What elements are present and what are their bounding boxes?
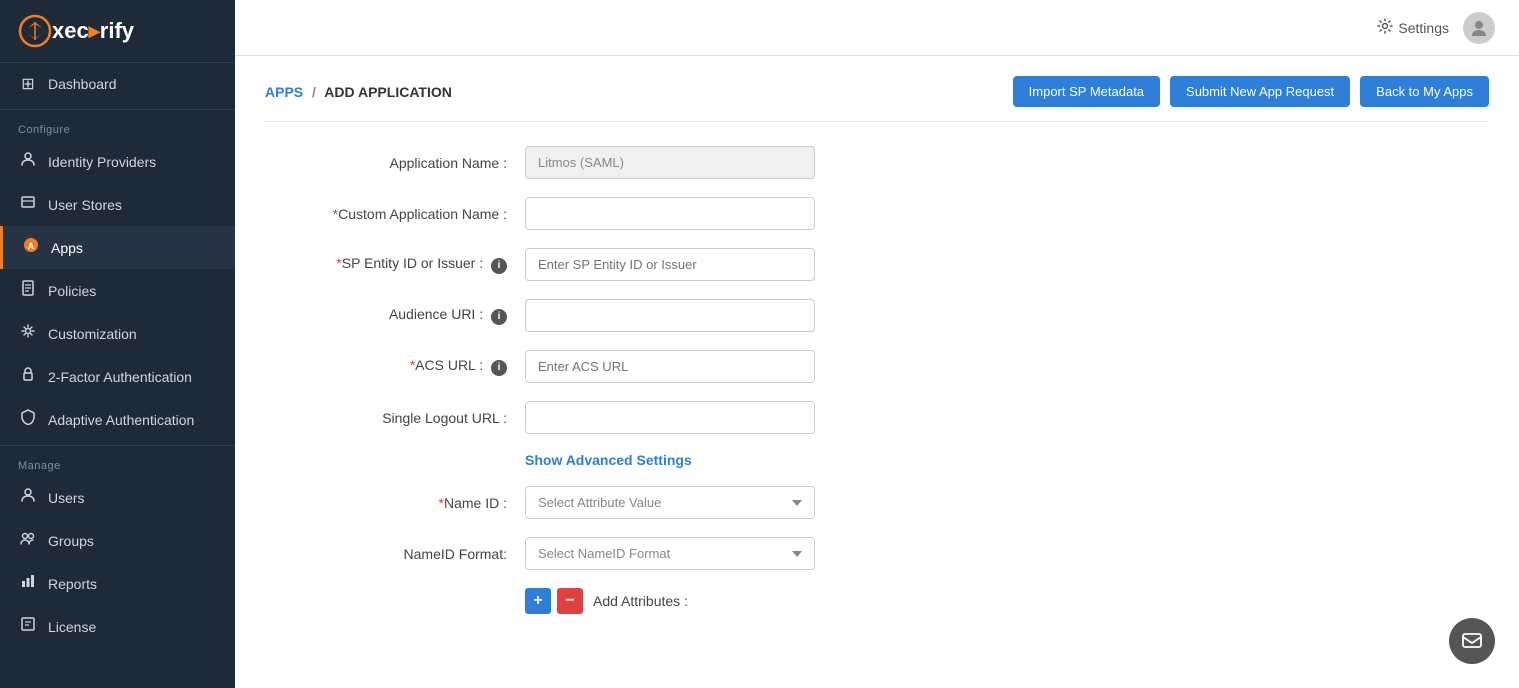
back-to-my-apps-button[interactable]: Back to My Apps: [1360, 76, 1489, 107]
logo-icon: [18, 14, 52, 48]
sidebar-item-users-label: Users: [48, 490, 85, 506]
sidebar-item-policies[interactable]: Policies: [0, 269, 235, 312]
content-area: APPS / ADD APPLICATION Import SP Metadat…: [235, 56, 1519, 688]
name-id-select[interactable]: Select Attribute Value Email Username Ph…: [525, 486, 815, 519]
acs-url-input[interactable]: [525, 350, 815, 383]
breadcrumb-apps-link[interactable]: APPS: [265, 84, 303, 100]
settings-label: Settings: [1398, 20, 1449, 36]
adaptive-auth-icon: [18, 409, 38, 430]
sp-entity-group: *SP Entity ID or Issuer : i: [265, 248, 1489, 281]
application-name-input[interactable]: [525, 146, 815, 179]
license-icon: [18, 616, 38, 637]
sidebar-item-adaptive-auth[interactable]: Adaptive Authentication: [0, 398, 235, 441]
identity-providers-icon: [18, 151, 38, 172]
sidebar-item-groups[interactable]: Groups: [0, 519, 235, 562]
sidebar-item-user-stores[interactable]: User Stores: [0, 183, 235, 226]
message-fab-button[interactable]: [1449, 618, 1495, 664]
application-name-group: Application Name :: [265, 146, 1489, 179]
topbar: Settings: [235, 0, 1519, 56]
name-id-label: *Name ID :: [265, 495, 525, 511]
add-application-form: Application Name : *Custom Application N…: [265, 146, 1489, 614]
add-attributes-label: Add Attributes :: [593, 593, 688, 609]
custom-app-name-label: *Custom Application Name :: [265, 206, 525, 222]
sidebar-item-adaptive-auth-label: Adaptive Authentication: [48, 412, 194, 428]
sidebar-item-reports-label: Reports: [48, 576, 97, 592]
customization-icon: [18, 323, 38, 344]
sidebar-item-customization[interactable]: Customization: [0, 312, 235, 355]
acs-url-info-icon[interactable]: i: [491, 360, 507, 376]
user-stores-icon: [18, 194, 38, 215]
gear-icon: [1377, 18, 1393, 37]
sidebar-item-license[interactable]: License: [0, 605, 235, 648]
content-inner: APPS / ADD APPLICATION Import SP Metadat…: [235, 56, 1519, 688]
breadcrumb: APPS / ADD APPLICATION: [265, 84, 452, 100]
sidebar-item-license-label: License: [48, 619, 96, 635]
sidebar-item-dashboard-label: Dashboard: [48, 76, 117, 92]
sp-entity-label: *SP Entity ID or Issuer : i: [265, 255, 525, 274]
avatar[interactable]: [1463, 12, 1495, 44]
header-buttons: Import SP Metadata Submit New App Reques…: [1013, 76, 1489, 107]
sidebar-item-2fa[interactable]: 2-Factor Authentication: [0, 355, 235, 398]
apps-icon: A: [21, 237, 41, 258]
breadcrumb-current: ADD APPLICATION: [324, 84, 452, 100]
logo-area: xec▸rify: [0, 0, 235, 63]
users-icon: [18, 487, 38, 508]
sidebar-item-2fa-label: 2-Factor Authentication: [48, 369, 192, 385]
configure-section-label: Configure: [0, 114, 235, 140]
add-attribute-plus-button[interactable]: +: [525, 588, 551, 614]
groups-icon: [18, 530, 38, 551]
single-logout-group: Single Logout URL :: [265, 401, 1489, 434]
custom-app-name-group: *Custom Application Name :: [265, 197, 1489, 230]
application-name-label: Application Name :: [265, 155, 525, 171]
import-sp-metadata-button[interactable]: Import SP Metadata: [1013, 76, 1160, 107]
sidebar-item-policies-label: Policies: [48, 283, 96, 299]
svg-text:A: A: [28, 241, 35, 251]
audience-uri-input[interactable]: [525, 299, 815, 332]
audience-uri-group: Audience URI : i: [265, 299, 1489, 332]
brand-name: xec▸rify: [52, 18, 134, 44]
custom-app-name-input[interactable]: [525, 197, 815, 230]
nameid-format-label: NameID Format:: [265, 546, 525, 562]
breadcrumb-separator: /: [312, 84, 316, 100]
sidebar-item-groups-label: Groups: [48, 533, 94, 549]
policies-icon: [18, 280, 38, 301]
sp-entity-info-icon[interactable]: i: [491, 258, 507, 274]
submit-new-app-request-button[interactable]: Submit New App Request: [1170, 76, 1350, 107]
nameid-format-select[interactable]: Select NameID Format urn:oasis:names:tc:…: [525, 537, 815, 570]
settings-button[interactable]: Settings: [1377, 18, 1449, 37]
sidebar-item-dashboard[interactable]: ⊞ Dashboard: [0, 63, 235, 105]
2fa-icon: [18, 366, 38, 387]
sidebar-item-customization-label: Customization: [48, 326, 137, 342]
sp-entity-input[interactable]: [525, 248, 815, 281]
sidebar-item-apps-label: Apps: [51, 240, 83, 256]
sidebar-item-users[interactable]: Users: [0, 476, 235, 519]
sidebar: xec▸rify ⊞ Dashboard Configure Identity …: [0, 0, 235, 688]
single-logout-input[interactable]: [525, 401, 815, 434]
show-advanced-settings-link[interactable]: Show Advanced Settings: [525, 452, 1489, 468]
audience-uri-info-icon[interactable]: i: [491, 309, 507, 325]
sidebar-item-identity-providers-label: Identity Providers: [48, 154, 156, 170]
manage-section-label: Manage: [0, 450, 235, 476]
nameid-format-group: NameID Format: Select NameID Format urn:…: [265, 537, 1489, 570]
reports-icon: [18, 573, 38, 594]
sidebar-item-reports[interactable]: Reports: [0, 562, 235, 605]
sidebar-item-apps[interactable]: A Apps: [0, 226, 235, 269]
single-logout-label: Single Logout URL :: [265, 410, 525, 426]
sidebar-item-identity-providers[interactable]: Identity Providers: [0, 140, 235, 183]
add-attributes-row: + − Add Attributes :: [525, 588, 1489, 614]
add-attribute-minus-button[interactable]: −: [557, 588, 583, 614]
dashboard-icon: ⊞: [18, 74, 38, 94]
acs-url-group: *ACS URL : i: [265, 350, 1489, 383]
page-header: APPS / ADD APPLICATION Import SP Metadat…: [265, 76, 1489, 122]
acs-url-label: *ACS URL : i: [265, 357, 525, 376]
name-id-group: *Name ID : Select Attribute Value Email …: [265, 486, 1489, 519]
audience-uri-label: Audience URI : i: [265, 306, 525, 325]
main-area: Settings APPS / ADD APPLICATION Import S…: [235, 0, 1519, 688]
sidebar-item-user-stores-label: User Stores: [48, 197, 122, 213]
topbar-right: Settings: [1377, 12, 1495, 44]
